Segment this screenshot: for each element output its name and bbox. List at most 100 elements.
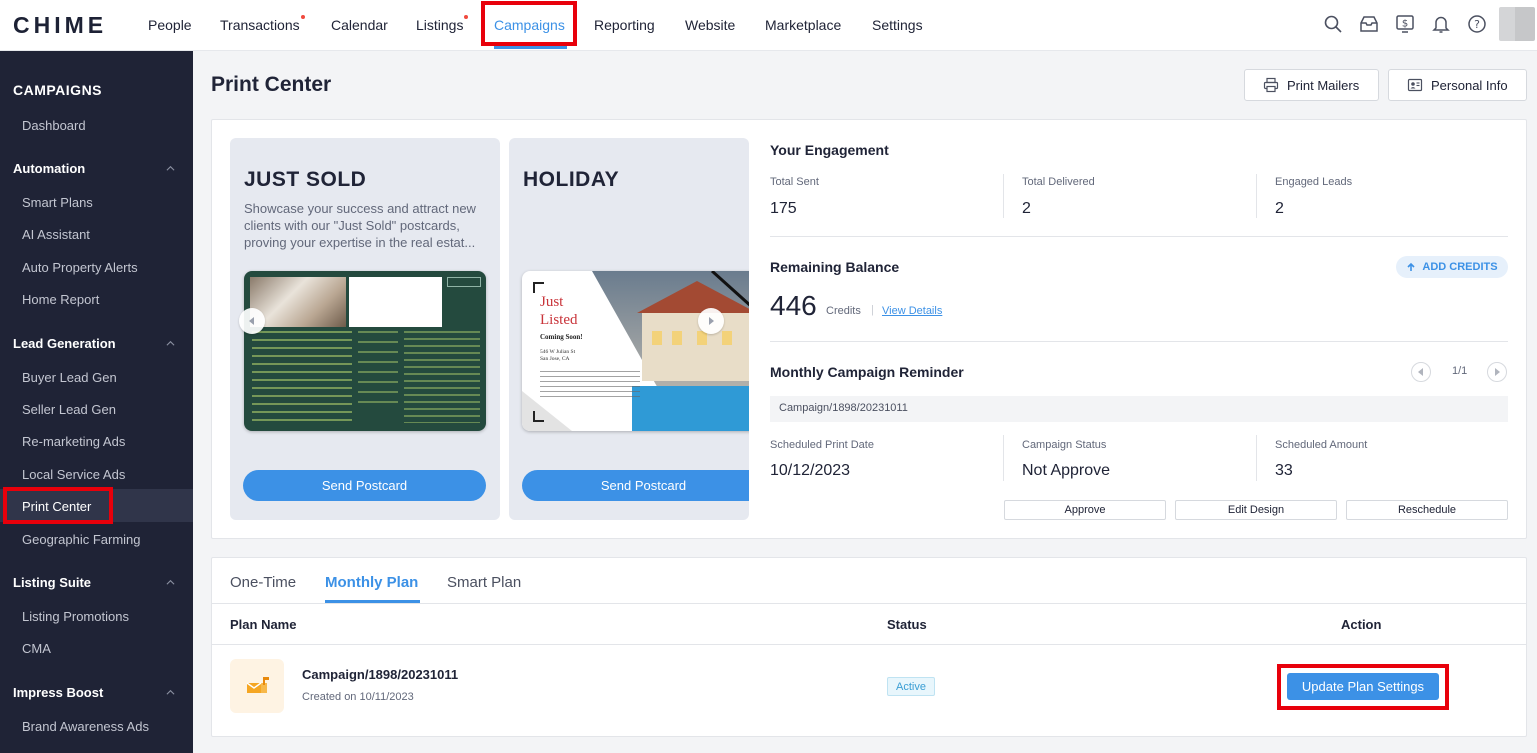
postcard-address: 546 W Julian St San Jose, CA bbox=[540, 349, 575, 363]
chevron-left-icon bbox=[249, 317, 254, 325]
printer-icon bbox=[1263, 77, 1279, 93]
divider bbox=[212, 644, 1526, 645]
divider bbox=[770, 236, 1508, 237]
sidebar-item-smart-plans[interactable]: Smart Plans bbox=[22, 195, 93, 210]
chevron-right-icon bbox=[1495, 368, 1500, 376]
chevron-up-icon[interactable] bbox=[166, 339, 175, 348]
reschedule-button[interactable]: Reschedule bbox=[1346, 500, 1508, 520]
sidebar-item-auto-property-alerts[interactable]: Auto Property Alerts bbox=[22, 260, 138, 275]
add-credits-label: ADD CREDITS bbox=[1422, 261, 1498, 273]
reminder-next-button[interactable] bbox=[1487, 362, 1507, 382]
divider bbox=[1256, 174, 1257, 218]
sidebar-section-automation[interactable]: Automation bbox=[13, 161, 85, 176]
send-postcard-button[interactable]: Send Postcard bbox=[243, 470, 486, 501]
sidebar-section-impress-boost[interactable]: Impress Boost bbox=[13, 685, 103, 700]
carousel-prev-button[interactable] bbox=[239, 308, 265, 334]
sidebar-item-remarketing-ads[interactable]: Re-marketing Ads bbox=[22, 434, 125, 449]
active-nav-underline bbox=[494, 46, 567, 49]
view-details-link[interactable]: View Details bbox=[882, 305, 942, 317]
divider bbox=[212, 603, 1526, 604]
bell-icon[interactable] bbox=[1431, 14, 1451, 34]
stat-label-total-delivered: Total Delivered bbox=[1022, 176, 1095, 188]
balance-amount: 446 bbox=[770, 290, 817, 321]
send-postcard-button[interactable]: Send Postcard bbox=[522, 470, 749, 501]
sidebar-item-brand-awareness-ads[interactable]: Brand Awareness Ads bbox=[22, 719, 149, 734]
agent-details-text bbox=[252, 331, 352, 423]
nav-listings-label: Listings bbox=[416, 17, 464, 33]
sidebar-item-ai-assistant[interactable]: AI Assistant bbox=[22, 227, 90, 242]
search-icon[interactable] bbox=[1323, 14, 1343, 34]
personal-info-button[interactable]: Personal Info bbox=[1388, 69, 1527, 101]
plan-name[interactable]: Campaign/1898/20231011 bbox=[302, 667, 458, 682]
sidebar-item-home-report[interactable]: Home Report bbox=[22, 292, 99, 307]
print-mailers-label: Print Mailers bbox=[1287, 77, 1360, 93]
postcard-address-line1: 546 W Julian St bbox=[540, 349, 576, 355]
help-icon[interactable]: ? bbox=[1467, 14, 1487, 34]
status-badge: Active bbox=[887, 677, 935, 696]
nav-website[interactable]: Website bbox=[685, 17, 735, 33]
reminder-prev-button[interactable] bbox=[1411, 362, 1431, 382]
plans-card: One-Time Monthly Plan Smart Plan Plan Na… bbox=[211, 557, 1527, 737]
nav-people[interactable]: People bbox=[148, 17, 192, 33]
postcard-preview-just-listed[interactable]: Just Listed Coming Soon! 546 W Julian St… bbox=[522, 271, 749, 431]
chevron-up-icon[interactable] bbox=[166, 164, 175, 173]
sidebar-section-lead-generation[interactable]: Lead Generation bbox=[13, 336, 116, 351]
divider bbox=[1003, 174, 1004, 218]
sidebar-item-cma[interactable]: CMA bbox=[22, 641, 51, 656]
chevron-up-icon[interactable] bbox=[166, 688, 175, 697]
postcard-headline-line2: Listed bbox=[540, 312, 578, 328]
chevron-up-icon[interactable] bbox=[166, 578, 175, 587]
chevron-right-icon bbox=[709, 317, 714, 325]
sidebar-item-buyer-lead-gen[interactable]: Buyer Lead Gen bbox=[22, 370, 117, 385]
sidebar-item-dashboard[interactable]: Dashboard bbox=[22, 118, 86, 133]
user-avatar[interactable] bbox=[1499, 7, 1535, 41]
sidebar-item-local-service-ads[interactable]: Local Service Ads bbox=[22, 467, 125, 482]
nav-reporting[interactable]: Reporting bbox=[594, 17, 655, 33]
divider bbox=[1003, 435, 1004, 481]
approve-button[interactable]: Approve bbox=[1004, 500, 1166, 520]
template-description: Showcase your success and attract new cl… bbox=[244, 201, 476, 250]
divider bbox=[1256, 435, 1257, 481]
mailbox-graphic bbox=[246, 677, 269, 693]
highlight-box-print-center bbox=[3, 487, 113, 524]
nav-marketplace[interactable]: Marketplace bbox=[765, 17, 841, 33]
tab-one-time[interactable]: One-Time bbox=[230, 574, 296, 591]
field-value-campaign-status: Not Approve bbox=[1022, 462, 1111, 479]
inbox-icon[interactable] bbox=[1359, 14, 1379, 34]
stat-label-total-sent: Total Sent bbox=[770, 176, 819, 188]
carousel-next-button[interactable] bbox=[698, 308, 724, 334]
sidebar-item-geographic-farming[interactable]: Geographic Farming bbox=[22, 532, 141, 547]
postcard-preview-just-sold[interactable] bbox=[244, 271, 486, 431]
reminder-campaign-name: Campaign/1898/20231011 bbox=[770, 396, 1508, 422]
add-credits-button[interactable]: ADD CREDITS bbox=[1396, 256, 1508, 278]
sidebar-item-seller-lead-gen[interactable]: Seller Lead Gen bbox=[22, 402, 116, 417]
divider bbox=[770, 341, 1508, 342]
sidebar-section-listing-suite[interactable]: Listing Suite bbox=[13, 575, 91, 590]
top-navbar: CHIME People Transactions Calendar Listi… bbox=[0, 0, 1537, 51]
print-mailers-button[interactable]: Print Mailers bbox=[1244, 69, 1379, 101]
chevron-left-icon bbox=[1418, 368, 1423, 376]
listing-values-text bbox=[358, 331, 398, 411]
tab-monthly-plan[interactable]: Monthly Plan bbox=[325, 574, 418, 591]
nav-calendar[interactable]: Calendar bbox=[331, 17, 388, 33]
nav-settings[interactable]: Settings bbox=[872, 17, 923, 33]
photo-placeholder bbox=[349, 277, 442, 327]
notification-dot bbox=[300, 15, 305, 19]
personal-info-label: Personal Info bbox=[1431, 77, 1508, 93]
highlight-box-campaigns bbox=[481, 1, 577, 46]
nav-listings[interactable]: Listings bbox=[416, 15, 469, 33]
billing-icon[interactable]: $ bbox=[1395, 14, 1415, 34]
nav-transactions[interactable]: Transactions bbox=[220, 15, 305, 33]
sidebar-item-listing-promotions[interactable]: Listing Promotions bbox=[22, 609, 129, 624]
column-header-status: Status bbox=[887, 617, 927, 632]
template-title: HOLIDAY bbox=[523, 168, 620, 191]
reminder-pager: 1/1 bbox=[1452, 365, 1468, 377]
template-title: JUST SOLD bbox=[244, 168, 367, 191]
chime-logo[interactable]: CHIME bbox=[13, 12, 107, 39]
tab-smart-plan[interactable]: Smart Plan bbox=[447, 574, 521, 591]
mailbox-icon bbox=[230, 659, 284, 713]
sidebar-title: CAMPAIGNS bbox=[13, 82, 103, 98]
column-header-plan-name: Plan Name bbox=[230, 617, 297, 632]
edit-design-button[interactable]: Edit Design bbox=[1175, 500, 1337, 520]
stat-value-engaged-leads: 2 bbox=[1275, 200, 1284, 217]
